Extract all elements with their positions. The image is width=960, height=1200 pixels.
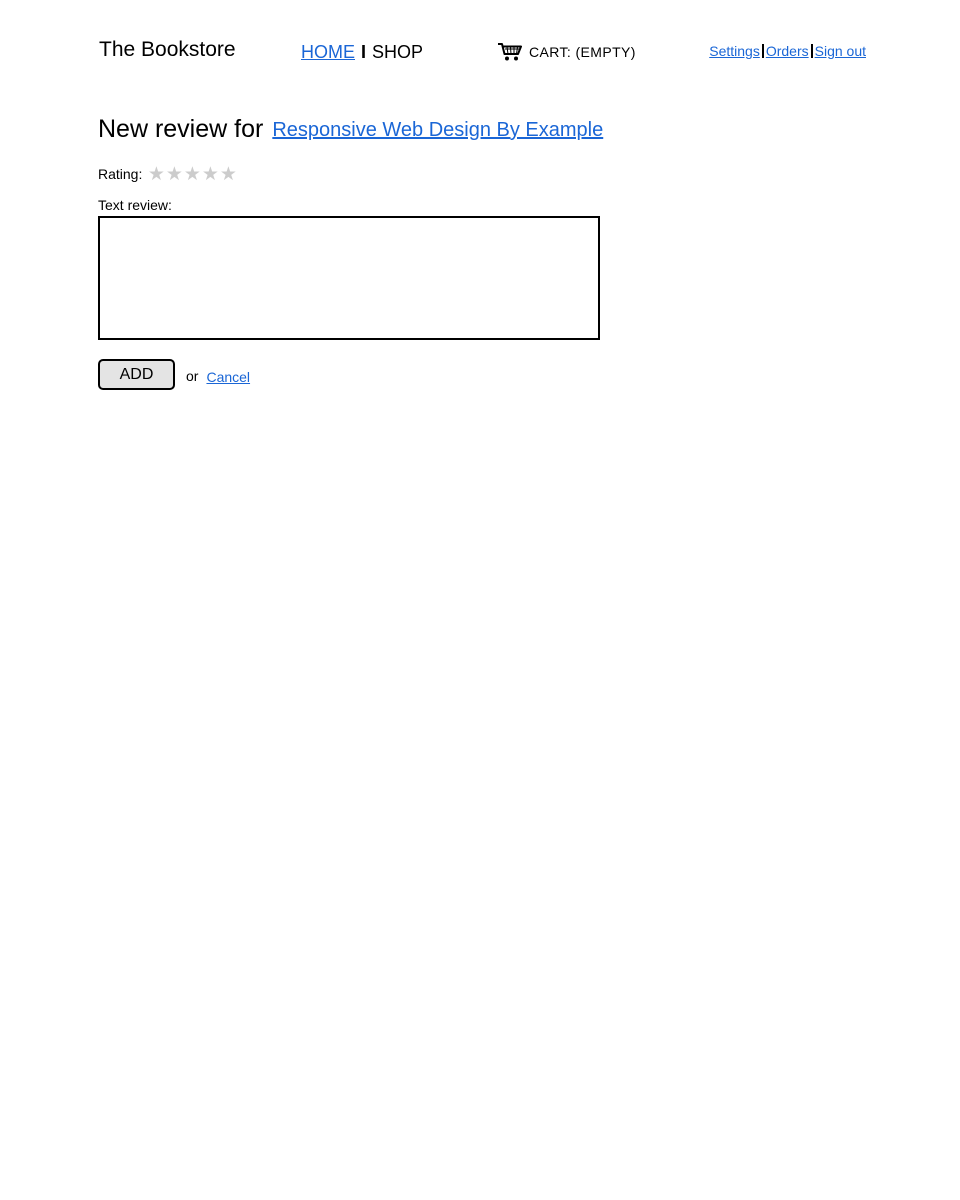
cart-summary[interactable]: CART: (EMPTY): [498, 41, 636, 63]
page-title-text: New review for: [98, 115, 264, 143]
star-4-icon[interactable]: ★: [201, 165, 219, 184]
user-nav-divider: [761, 44, 764, 58]
page-title: New review for Responsive Web Design By E…: [98, 114, 603, 145]
form-actions: ADD or Cancel: [98, 359, 250, 390]
text-review-input[interactable]: [98, 216, 600, 340]
nav-shop-link[interactable]: SHOP: [372, 42, 423, 62]
user-nav: Settings Orders Sign out: [709, 42, 866, 60]
book-title-link[interactable]: Responsive Web Design By Example: [272, 119, 603, 141]
star-3-icon[interactable]: ★: [183, 165, 201, 184]
text-review-label: Text review:: [98, 197, 172, 213]
settings-link[interactable]: Settings: [709, 43, 760, 59]
orders-link[interactable]: Orders: [766, 43, 809, 59]
rating-field: Rating: ★ ★ ★ ★ ★: [98, 164, 237, 184]
sign-out-link[interactable]: Sign out: [815, 43, 866, 59]
user-nav-divider: [810, 44, 813, 58]
cart-icon: [498, 43, 522, 61]
add-button[interactable]: ADD: [98, 359, 175, 390]
site-title: The Bookstore: [99, 38, 236, 61]
or-text: or: [186, 367, 199, 384]
star-2-icon[interactable]: ★: [165, 165, 183, 184]
nav-home-link[interactable]: HOME: [301, 42, 355, 62]
nav-separator: I: [361, 42, 367, 62]
main-nav: HOME I SHOP: [301, 41, 423, 63]
star-1-icon[interactable]: ★: [147, 165, 165, 184]
star-5-icon[interactable]: ★: [219, 165, 237, 184]
cart-label: CART: (EMPTY): [529, 44, 636, 60]
cancel-link[interactable]: Cancel: [206, 369, 250, 385]
star-rating[interactable]: ★ ★ ★ ★ ★: [147, 165, 237, 184]
rating-label: Rating:: [98, 166, 143, 182]
